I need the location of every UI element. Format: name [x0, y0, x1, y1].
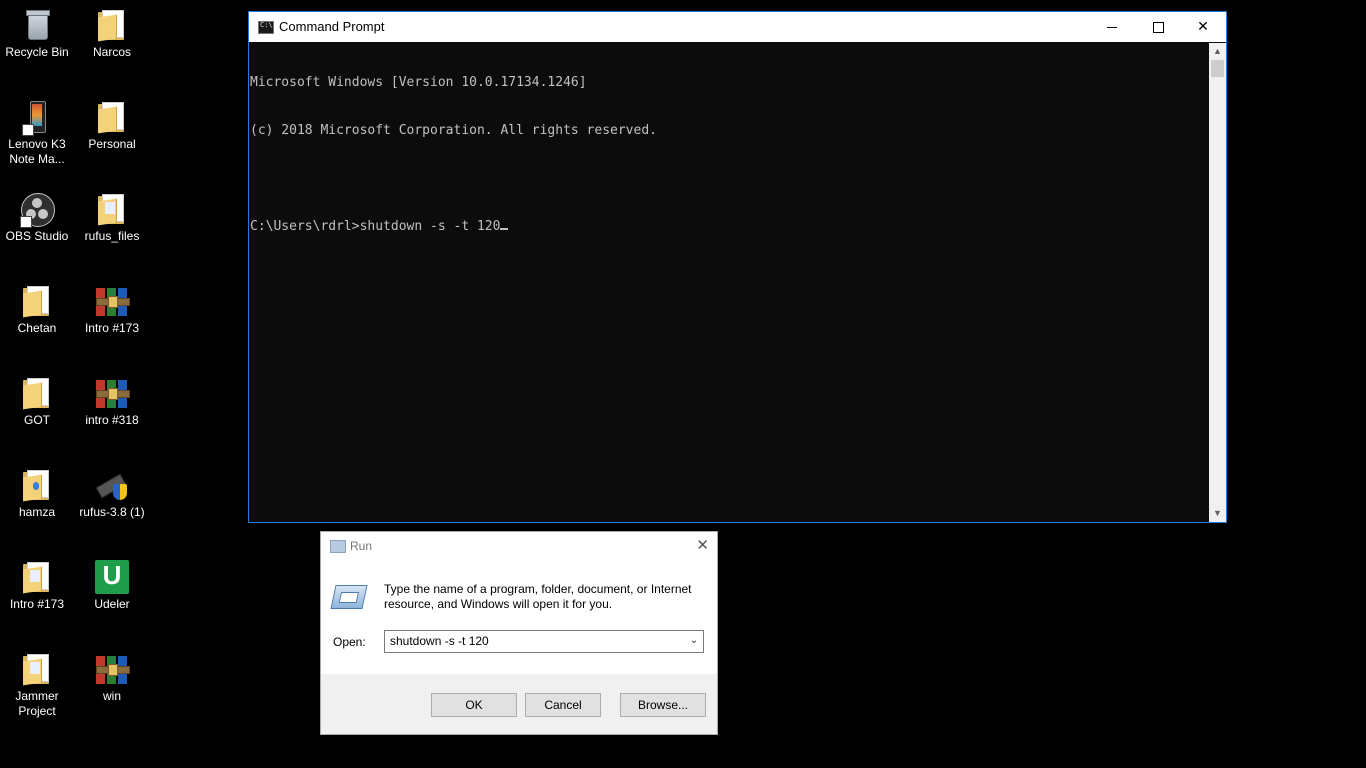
desktop-icon-jammer-project[interactable]: Jammer Project [0, 646, 74, 719]
desktop-icon-label: Personal [88, 137, 136, 151]
desktop-icon-label: rufus_files [84, 229, 140, 243]
open-label: Open: [333, 635, 366, 649]
cmd-app-icon[interactable] [258, 21, 274, 34]
desktop-icon-label: Jammer Project [15, 689, 59, 718]
obs-studio-icon [20, 192, 55, 228]
run-dialog-title: Run [350, 539, 373, 553]
desktop-icon-rufus-files[interactable]: rufus_files [75, 186, 149, 244]
console-prompt-line: C:\Users\rdrl>shutdown -s -t 120 [250, 219, 1209, 235]
ok-button[interactable]: OK [431, 693, 517, 717]
vertical-scrollbar[interactable]: ▲ ▼ [1209, 43, 1226, 522]
desktop-icon-label: Intro #173 [9, 597, 65, 611]
console-output[interactable]: Microsoft Windows [Version 10.0.17134.12… [249, 43, 1209, 522]
desktop-icon-win[interactable]: win [75, 646, 149, 704]
desktop-icon-intro-173-archive[interactable]: Intro #173 [75, 278, 149, 336]
cancel-button[interactable]: Cancel [525, 693, 601, 717]
desktop-icon-lenovo[interactable]: Lenovo K3 Note Ma... [0, 94, 74, 167]
winrar-archive-icon [95, 652, 130, 686]
rufus-usb-icon [95, 468, 129, 502]
console-line: (c) 2018 Microsoft Corporation. All righ… [250, 123, 657, 138]
console-line: Microsoft Windows [Version 10.0.17134.12… [250, 75, 587, 90]
open-input-value[interactable]: shutdown -s -t 120 [390, 634, 489, 648]
maximize-icon [1152, 21, 1164, 33]
desktop-icon-label: intro #318 [85, 413, 139, 427]
scroll-down-arrow-icon[interactable]: ▼ [1209, 505, 1226, 522]
desktop-icon-got[interactable]: GOT [0, 370, 74, 428]
scroll-up-arrow-icon[interactable]: ▲ [1209, 43, 1226, 60]
folder-icon [20, 284, 54, 318]
desktop-icon-label: GOT [24, 413, 50, 427]
title-bar[interactable]: Command Prompt ✕ [249, 12, 1226, 42]
folder-icon [20, 468, 54, 502]
maximize-button[interactable] [1135, 12, 1181, 42]
desktop-icon-obs-studio[interactable]: OBS Studio [0, 186, 74, 244]
desktop-icon-label: Udeler [94, 597, 130, 611]
recycle-bin-icon [20, 8, 54, 42]
desktop-icon-label: rufus-3.8 (1) [79, 505, 145, 519]
desktop-icon-intro-318[interactable]: intro #318 [75, 370, 149, 428]
close-button[interactable]: ✕ [1180, 12, 1226, 42]
scroll-thumb[interactable] [1211, 60, 1224, 77]
desktop-icon-label: win [102, 689, 121, 703]
run-app-icon [330, 540, 346, 553]
chevron-down-icon[interactable]: ⌄ [687, 633, 701, 649]
run-title-bar[interactable]: Run ✕ [321, 532, 717, 560]
desktop-icon-hamza[interactable]: hamza [0, 462, 74, 520]
desktop-icon-label: Lenovo K3 Note Ma... [8, 137, 66, 166]
udeler-icon: U [95, 560, 129, 594]
desktop-icon-label: OBS Studio [5, 229, 69, 243]
minimize-button[interactable] [1089, 12, 1135, 42]
folder-icon [20, 560, 54, 594]
desktop-icon-label: hamza [18, 505, 56, 519]
winrar-archive-icon [95, 376, 130, 410]
close-icon[interactable]: ✕ [696, 536, 709, 554]
command-prompt-window[interactable]: Command Prompt ✕ Microsoft Windows [Vers… [248, 11, 1227, 523]
desktop-icon-personal[interactable]: Personal [75, 94, 149, 152]
window-title: Command Prompt [279, 19, 385, 34]
desktop-icon-label: Chetan [17, 321, 57, 335]
desktop-icon-udeler[interactable]: U Udeler [75, 554, 149, 612]
browse-button[interactable]: Browse... [620, 693, 706, 717]
desktop-icon-label: Recycle Bin [5, 45, 69, 59]
desktop-icon-label: Narcos [92, 45, 131, 59]
run-program-icon [330, 585, 368, 609]
desktop-icon-rufus[interactable]: rufus-3.8 (1) [75, 462, 149, 520]
desktop-icon-recycle-bin[interactable]: Recycle Bin [0, 2, 74, 60]
desktop-icon-intro-173-folder[interactable]: Intro #173 [0, 554, 74, 612]
folder-icon [95, 8, 129, 42]
run-description: Type the name of a program, folder, docu… [384, 582, 692, 611]
phone-shortcut-icon [20, 100, 54, 136]
console-command-text: C:\Users\rdrl>shutdown -s -t 120 [250, 219, 501, 234]
folder-icon [20, 376, 54, 410]
desktop-icon-label: Intro #173 [84, 321, 140, 335]
close-icon: ✕ [1197, 19, 1209, 35]
open-combobox[interactable]: shutdown -s -t 120 ⌄ [384, 630, 704, 653]
winrar-archive-icon [95, 284, 130, 318]
folder-icon [95, 100, 129, 134]
text-cursor [500, 228, 509, 230]
desktop-icon-narcos[interactable]: Narcos [75, 2, 149, 60]
folder-icon [20, 652, 54, 686]
minimize-icon [1107, 26, 1117, 28]
folder-icon [95, 192, 129, 226]
desktop-icon-chetan[interactable]: Chetan [0, 278, 74, 336]
run-dialog[interactable]: Run ✕ Type the name of a program, folder… [320, 531, 718, 735]
